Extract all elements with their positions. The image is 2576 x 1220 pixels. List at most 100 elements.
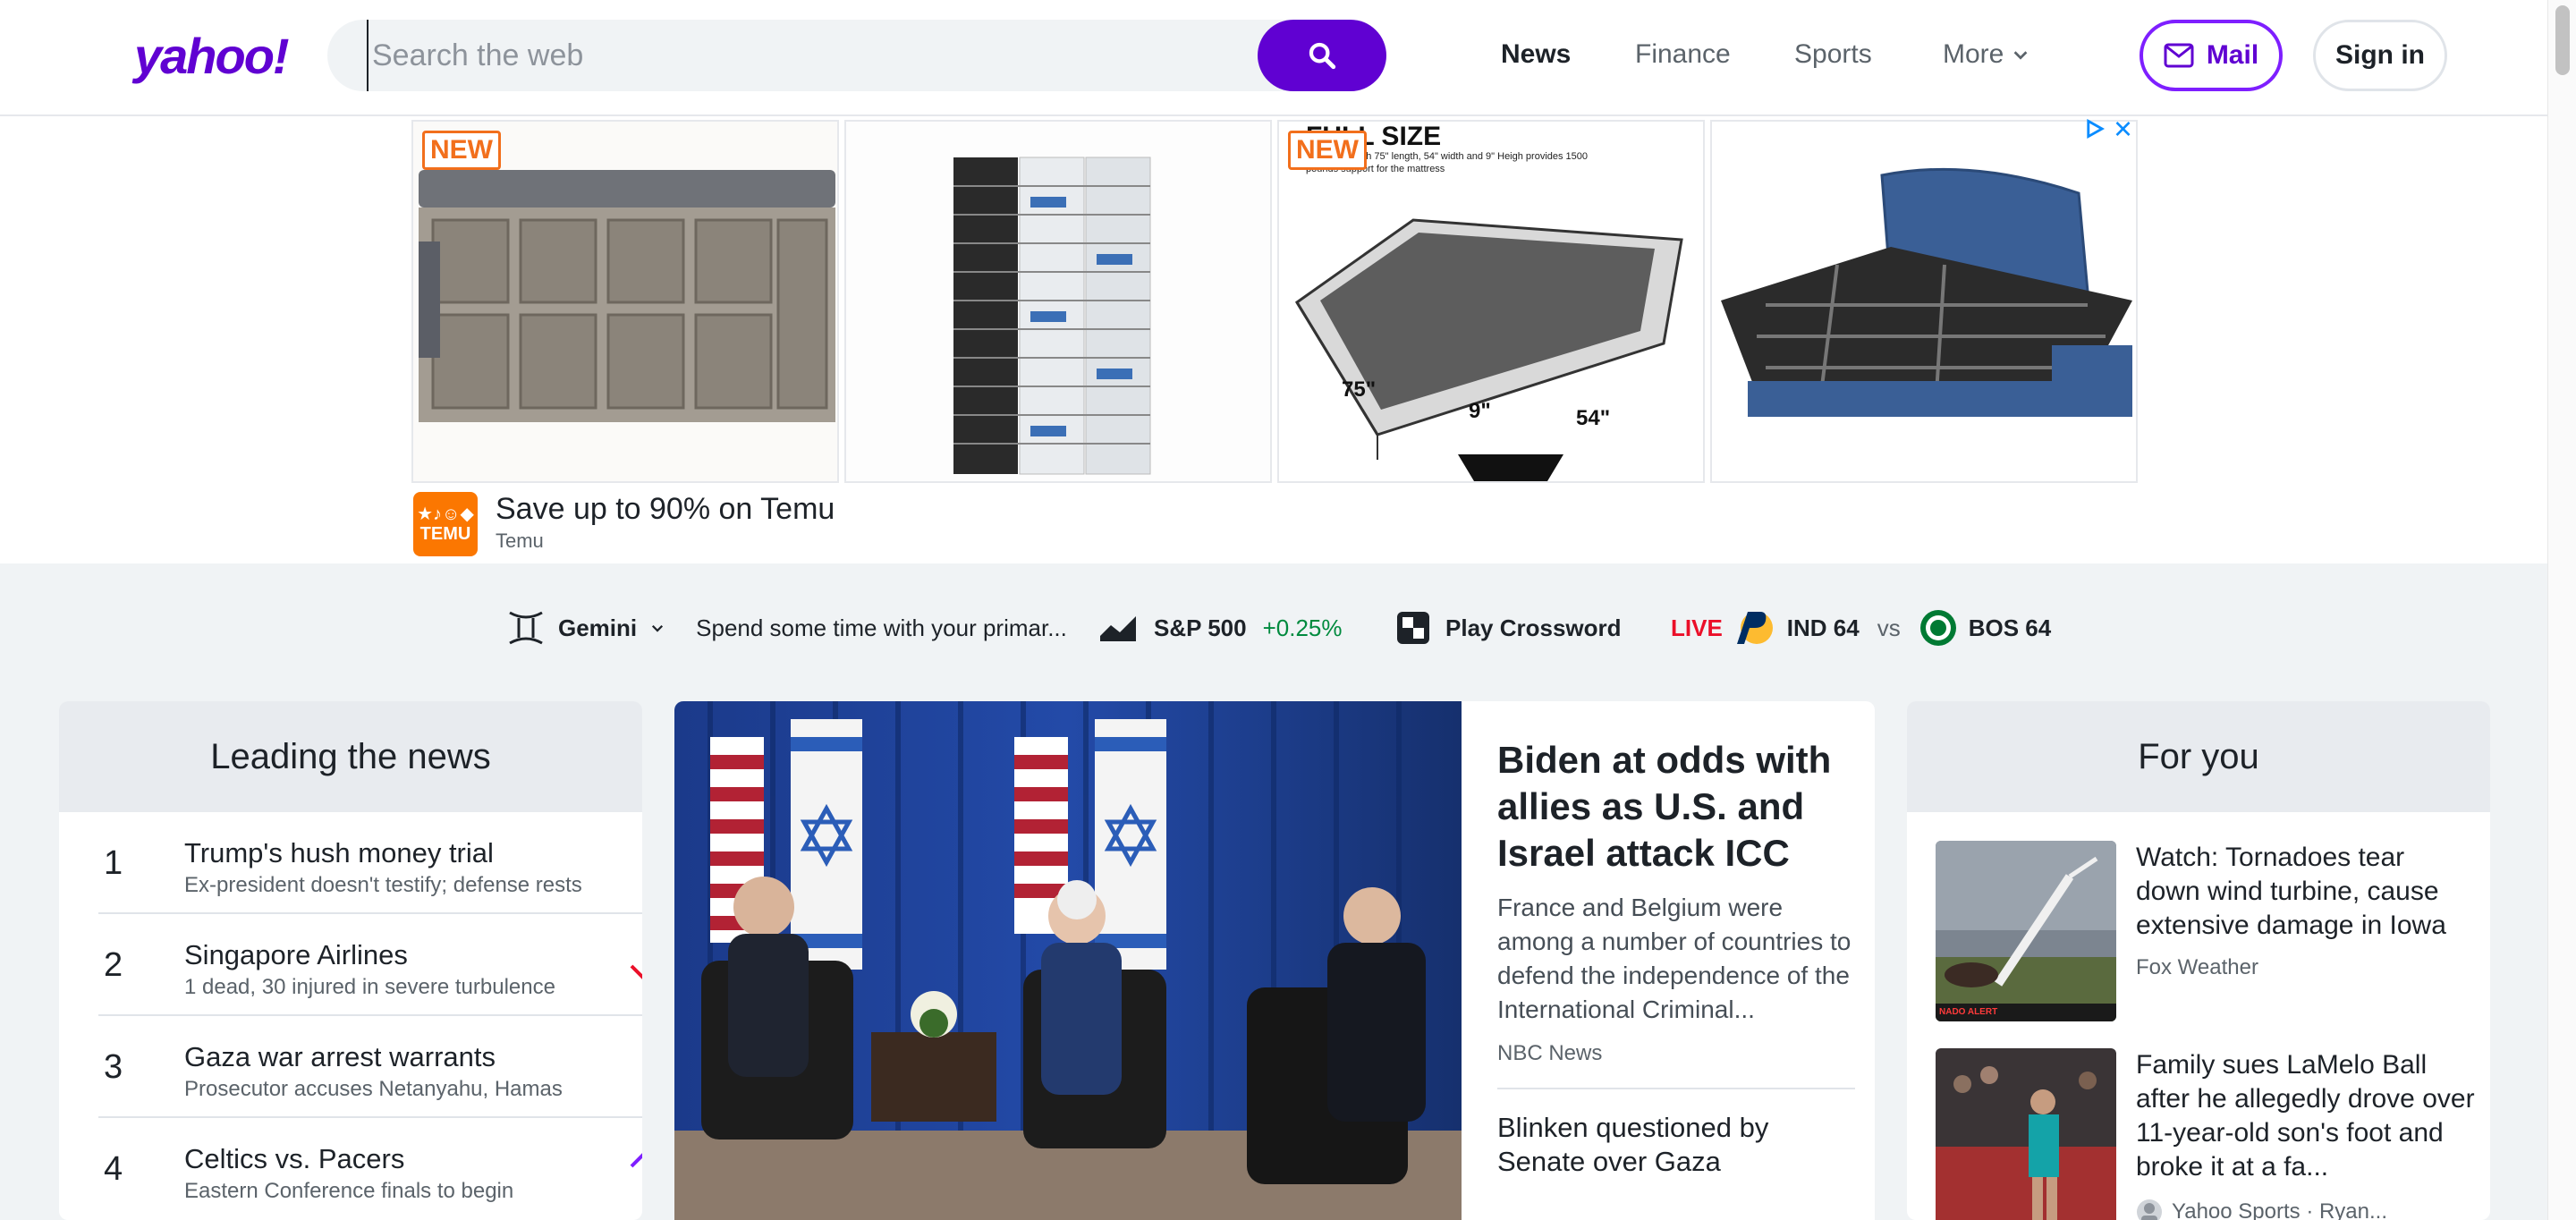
hero-image[interactable] <box>674 701 1462 1220</box>
celtics-logo-icon <box>1919 610 1956 646</box>
new-badge: NEW <box>422 131 501 170</box>
for-you-item-2[interactable]: Family sues LaMelo Ball after he alleged… <box>1936 1048 2490 1220</box>
vs-label: vs <box>1877 614 1901 641</box>
ad-product-box-spring[interactable]: FULL SIZE box spring with 75" length, 54… <box>1277 120 1705 483</box>
info-ticker: Gemini Spend some time with your primar.… <box>0 563 2547 692</box>
search-input[interactable] <box>367 20 1172 91</box>
crossword-icon <box>1397 612 1429 644</box>
adchoices-icon[interactable] <box>2084 118 2105 140</box>
bed-frame-image <box>1712 122 2136 481</box>
lead-subtitle: 1 dead, 30 injured in severe turbulence <box>184 975 555 999</box>
gemini-horoscope[interactable]: Gemini Spend some time with your primar.… <box>506 608 1067 648</box>
lead-title: Gaza war arrest warrants <box>184 1041 496 1072</box>
hero-source: NBC News <box>1497 1041 1603 1065</box>
gemini-text: Spend some time with your primar... <box>696 614 1067 641</box>
nav-more[interactable]: More <box>1943 39 2030 70</box>
for-you-card: For you NADO ALERT Watch: Tornadoes tear… <box>1907 701 2490 1220</box>
story-source-row: Yahoo Sports · Ryan... <box>2136 1199 2387 1220</box>
pacers-logo-icon <box>1736 612 1773 644</box>
lead-title: Trump's hush money trial <box>184 837 494 868</box>
arrow-down-icon <box>630 964 642 979</box>
crossword-link[interactable]: Play Crossword <box>1395 608 1622 648</box>
divider <box>1497 1088 1855 1089</box>
temu-logo-glyphs: ★♪☺◆ <box>417 504 474 524</box>
sp500-label: S&P 500 <box>1154 614 1247 641</box>
hero-headline[interactable]: Biden at odds with allies as U.S. and Is… <box>1497 737 1855 877</box>
ad-banner[interactable]: NEW FULL SIZE box spring with 75" length… <box>0 116 2547 563</box>
lead-number: 3 <box>104 1048 123 1086</box>
box-spring-image <box>1279 122 1703 481</box>
hero-story[interactable]: Biden at odds with allies as U.S. and Is… <box>674 701 1875 1220</box>
dimension-width: 54" <box>1576 406 1611 430</box>
team2-score: BOS 64 <box>1968 614 2052 641</box>
nav-sports[interactable]: Sports <box>1794 39 1872 70</box>
tornado-turbine-image <box>1936 841 2116 1021</box>
nav-news[interactable]: News <box>1501 39 1571 70</box>
nav-finance[interactable]: Finance <box>1635 39 1731 70</box>
story-title[interactable]: Watch: Tornadoes tear down wind turbine,… <box>2136 841 2476 943</box>
gemini-icon <box>509 611 543 645</box>
lead-number: 1 <box>104 844 123 882</box>
for-you-item-1[interactable]: NADO ALERT Watch: Tornadoes tear down wi… <box>1936 841 2490 1021</box>
close-icon[interactable] <box>2114 119 2132 139</box>
author-avatar-icon <box>2137 1199 2162 1220</box>
story-thumbnail[interactable]: NADO ALERT <box>1936 841 2116 1021</box>
lead-number: 4 <box>104 1150 123 1188</box>
mail-icon <box>2164 43 2194 68</box>
lead-subtitle: Eastern Conference finals to begin <box>184 1179 514 1203</box>
top-header: yahoo! News Finance Sports More Mail Sig… <box>0 0 2547 116</box>
related-story-link[interactable]: Blinken questioned by Senate over Gaza <box>1497 1111 1855 1179</box>
sp500-quote[interactable]: S&P 500 +0.25% <box>1098 608 1343 648</box>
ad-sponsor: Temu <box>496 530 544 552</box>
lead-item-2[interactable]: 2 Singapore Airlines 1 dead, 30 injured … <box>98 914 642 1016</box>
hero-summary: France and Belgium were among a number o… <box>1497 894 1852 1023</box>
weight-badge: 1500 LBS <box>1634 436 1668 469</box>
lead-title: Singapore Airlines <box>184 939 408 970</box>
ad-title[interactable]: Save up to 90% on Temu <box>496 492 835 527</box>
thumbnail-caption: NADO ALERT <box>1939 1007 1998 1017</box>
story-source: Fox Weather <box>2136 955 2258 979</box>
search-button[interactable] <box>1258 20 1386 91</box>
lead-item-1[interactable]: 1 Trump's hush money trial Ex-president … <box>98 812 642 914</box>
scrollbar-thumb[interactable] <box>2555 5 2570 75</box>
hero-photo <box>674 701 1462 1220</box>
mail-button[interactable]: Mail <box>2140 20 2283 91</box>
team1-score: IND 64 <box>1786 614 1860 641</box>
lead-item-3[interactable]: 3 Gaza war arrest warrants Prosecutor ac… <box>98 1016 642 1118</box>
lead-subtitle: Ex-president doesn't testify; defense re… <box>184 873 582 897</box>
leading-news-heading: Leading the news <box>59 701 642 812</box>
chevron-down-icon <box>2013 51 2028 60</box>
sign-in-button[interactable]: Sign in <box>2313 20 2447 91</box>
ad-product-bed-frame[interactable] <box>1710 120 2138 483</box>
live-label: LIVE <box>1671 614 1723 641</box>
yahoo-logo[interactable]: yahoo! <box>134 27 290 85</box>
temu-logo-text: TEMU <box>419 524 471 544</box>
mail-label: Mail <box>2206 40 2259 70</box>
crossword-label: Play Crossword <box>1445 614 1622 641</box>
ad-product-shoe-rack[interactable] <box>844 120 1272 483</box>
nav-more-label: More <box>1943 39 2004 69</box>
page-scrollbar[interactable] <box>2547 0 2576 1220</box>
ad-controls <box>2084 116 2132 141</box>
story-source: Yahoo Sports · Ryan... <box>2172 1199 2388 1220</box>
story-title[interactable]: Family sues LaMelo Ball after he alleged… <box>2136 1048 2476 1184</box>
sp500-change: +0.25% <box>1262 614 1343 641</box>
shoe-rack-image <box>846 122 1270 481</box>
dimension-height: 9" <box>1469 399 1491 423</box>
lead-item-4[interactable]: 4 Celtics vs. Pacers Eastern Conference … <box>98 1118 642 1220</box>
leading-news-card: Leading the news 1 Trump's hush money tr… <box>59 701 642 1220</box>
temu-logo[interactable]: ★♪☺◆ TEMU <box>413 492 478 556</box>
search-bar <box>327 20 1386 91</box>
lead-number: 2 <box>104 946 123 984</box>
chevron-down-icon <box>652 624 664 632</box>
story-thumbnail[interactable] <box>1936 1048 2116 1220</box>
live-game-score[interactable]: LIVE IND 64 vs BOS 64 <box>1671 608 2051 648</box>
for-you-heading: For you <box>1907 701 2490 812</box>
basketball-player-image <box>1936 1048 2116 1220</box>
lead-title: Celtics vs. Pacers <box>184 1143 405 1174</box>
stock-chart-icon <box>1100 616 1136 641</box>
ad-product-storage-bench[interactable]: NEW <box>411 120 839 483</box>
gemini-label: Gemini <box>558 614 638 641</box>
lead-subtitle: Prosecutor accuses Netanyahu, Hamas <box>184 1077 563 1101</box>
dimension-length: 75" <box>1342 377 1377 402</box>
